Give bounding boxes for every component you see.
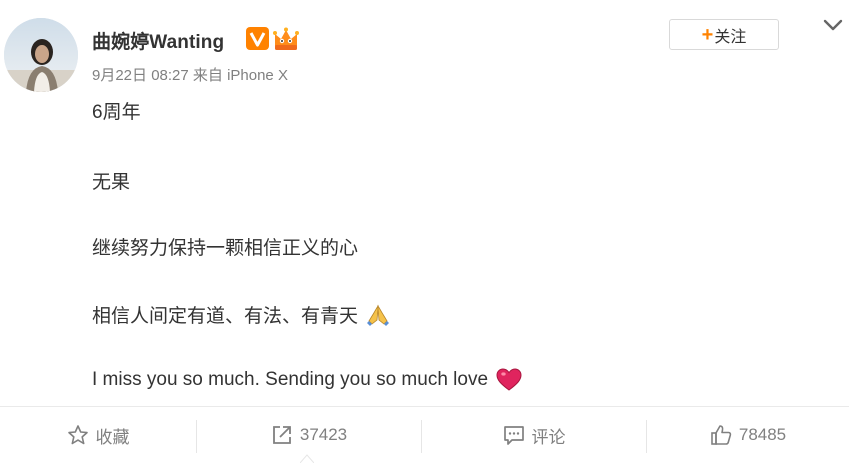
folded-hands-icon (367, 304, 390, 326)
star-icon (67, 425, 88, 445)
avatar[interactable] (4, 18, 78, 92)
active-arrow-icon (300, 454, 314, 463)
post-line: 相信人间定有道、有法、有青天 (92, 301, 390, 328)
plus-icon: + (701, 23, 714, 46)
thumbs-up-icon (711, 425, 732, 445)
post-line-text: I miss you so much. Sending you so much … (92, 369, 489, 390)
chevron-down-icon[interactable] (822, 14, 844, 36)
post-line: 6周年 (92, 97, 141, 124)
comment-button[interactable]: 评论 (422, 407, 646, 463)
favorite-button[interactable]: 收藏 (0, 407, 196, 463)
post-line: 无果 (92, 167, 130, 194)
repost-count: 37423 (299, 425, 348, 444)
author-name[interactable]: 曲婉婷Wanting (92, 27, 224, 54)
post-line-text: 6周年 (92, 102, 141, 123)
post-line-text: 继续努力保持一颗相信正义的心 (92, 238, 359, 259)
post-line: I miss you so much. Sending you so much … (92, 368, 522, 392)
post-meta: 9月22日 08:27 来自 iPhone X (92, 67, 288, 84)
post-line: 继续努力保持一颗相信正义的心 (92, 233, 358, 260)
vip-crown-icon (273, 27, 299, 50)
red-heart-icon (496, 368, 522, 391)
like-button[interactable]: 78485 (647, 407, 849, 463)
comment-icon (503, 426, 524, 445)
like-count: 78485 (738, 425, 787, 444)
post-line-text: 相信人间定有道、有法、有青天 (92, 306, 359, 327)
follow-button[interactable]: + 关注 (669, 19, 779, 50)
avatar-image (4, 18, 78, 92)
favorite-label: 收藏 (95, 427, 130, 447)
post-line-text: 无果 (92, 172, 131, 193)
action-bar: 收藏 37423 评论 78485 (0, 406, 849, 467)
follow-label: 关注 (714, 28, 747, 46)
repost-icon (272, 426, 291, 444)
comment-label: 评论 (531, 427, 566, 447)
verified-badge-icon (246, 27, 269, 50)
